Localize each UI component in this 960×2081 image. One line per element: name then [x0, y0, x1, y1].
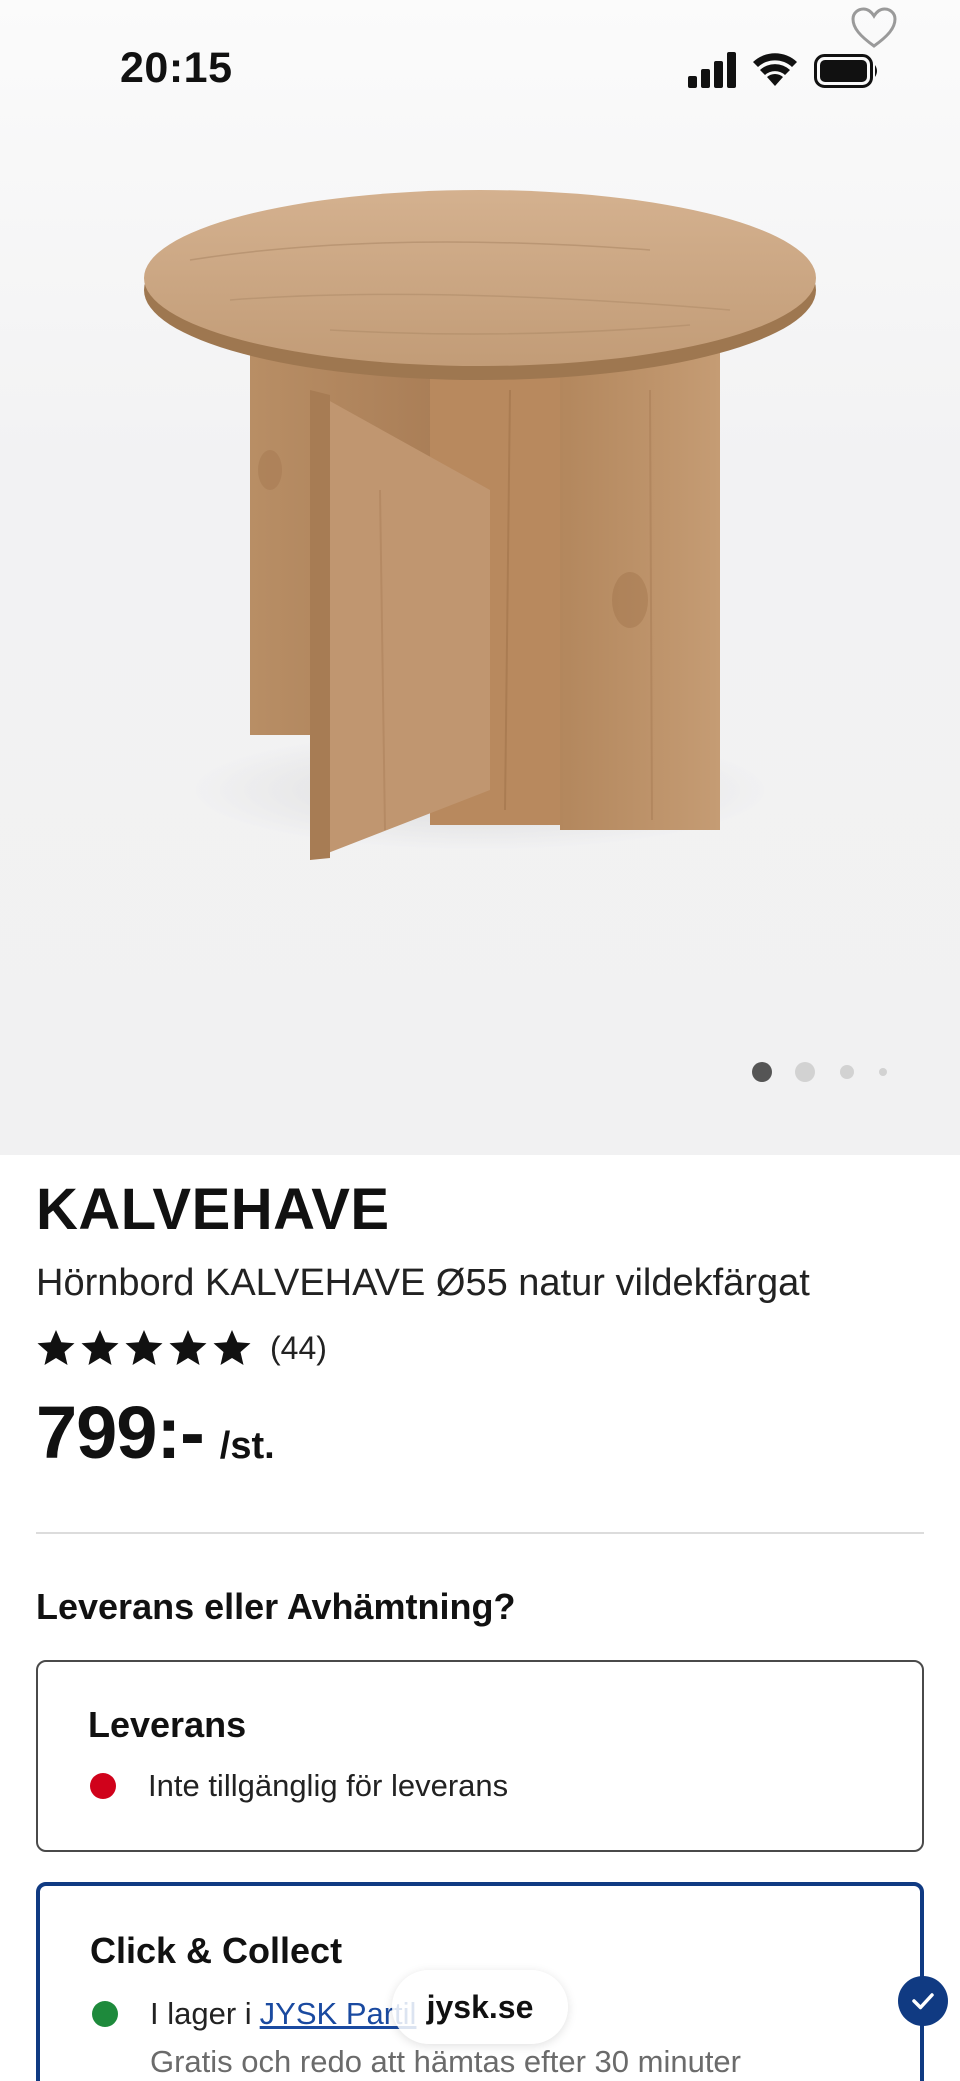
gallery-dot[interactable]	[795, 1062, 815, 1082]
rating-stars	[36, 1328, 252, 1368]
delivery-title: Leverans	[88, 1704, 247, 1745]
fulfillment-heading: Leverans eller Avhämtning?	[36, 1586, 516, 1627]
delivery-status: Inte tillgänglig för leverans	[90, 1768, 508, 1804]
price-unit: /st.	[219, 1425, 275, 1467]
status-bar: 20:15	[0, 0, 960, 130]
unavailable-status-dot	[90, 1773, 116, 1799]
product-rating[interactable]: (44)	[36, 1320, 327, 1376]
gallery-dot[interactable]	[879, 1068, 887, 1076]
selected-check-icon	[898, 1976, 948, 2026]
wifi-icon	[753, 53, 797, 86]
delivery-option-card[interactable]: Leverans Inte tillgänglig för leverans	[36, 1660, 924, 1852]
product-price: 799:-	[36, 1391, 205, 1474]
price-row: 799:- /st.	[36, 1390, 275, 1475]
collect-title: Click & Collect	[90, 1930, 343, 1971]
star-icon	[213, 1330, 251, 1365]
gallery-dot[interactable]	[840, 1065, 854, 1079]
product-subtitle: Hörnbord KALVEHAVE Ø55 natur vildekfärga…	[36, 1262, 810, 1304]
delivery-status-text: Inte tillgänglig för leverans	[148, 1768, 509, 1803]
in-stock-status-dot	[92, 2001, 118, 2027]
star-icon	[125, 1330, 163, 1365]
battery-icon	[814, 54, 877, 88]
browser-url: jysk.se	[426, 1988, 534, 2025]
favorite-heart-icon[interactable]	[850, 6, 898, 50]
collect-note: Gratis och redo att hämtas efter 30 minu…	[150, 2044, 741, 2079]
gallery-dot-active[interactable]	[752, 1062, 772, 1082]
product-image	[144, 190, 816, 860]
browser-url-pill[interactable]: jysk.se	[392, 1970, 568, 2044]
collect-status-prefix: I lager i	[150, 1996, 252, 2031]
cellular-signal-icon	[688, 52, 736, 88]
product-image-gallery[interactable]: 20:15	[0, 0, 960, 1155]
status-time: 20:15	[120, 44, 233, 92]
collect-status: I lager i JYSK Partil	[92, 1996, 416, 2032]
star-icon	[169, 1330, 207, 1365]
product-brand: KALVEHAVE	[36, 1177, 390, 1242]
star-icon	[81, 1330, 119, 1365]
star-icon	[37, 1330, 75, 1365]
review-count[interactable]: (44)	[270, 1330, 327, 1367]
divider	[36, 1532, 924, 1534]
